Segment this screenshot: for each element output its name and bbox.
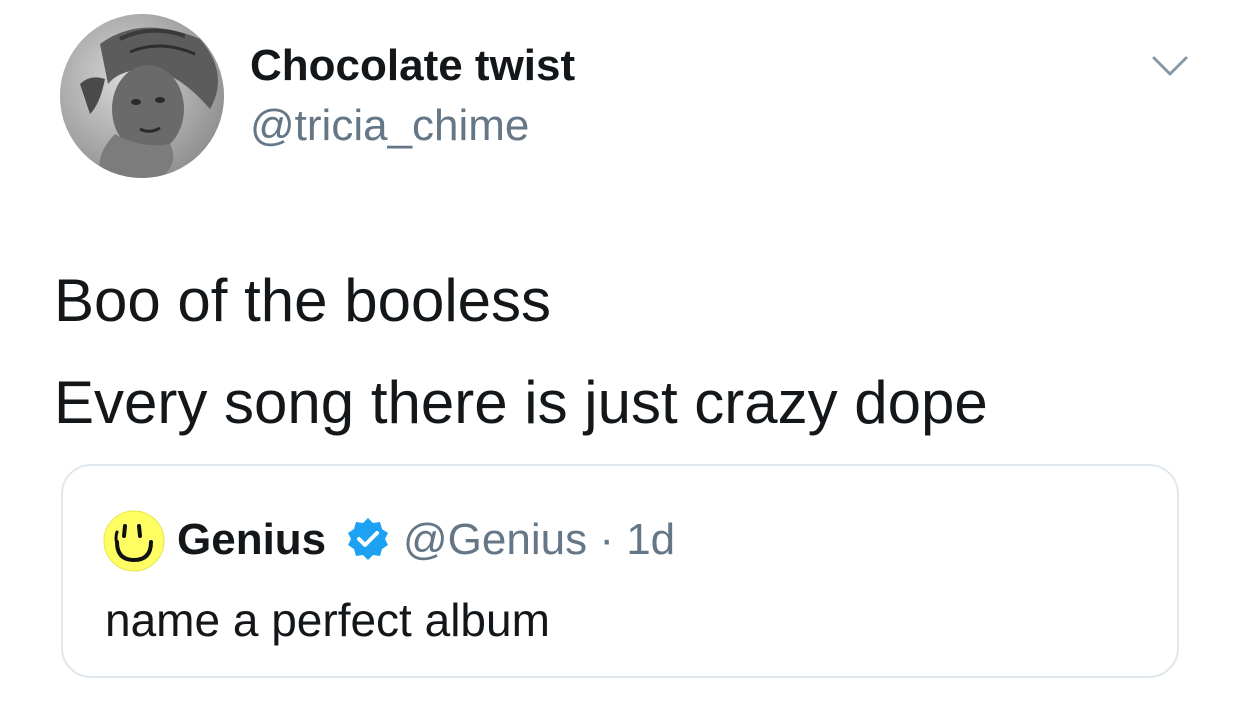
tweet-body: Boo of the booless Every song there is j… [54,250,1204,454]
author-handle[interactable]: @tricia_chime [250,98,529,154]
author-avatar[interactable] [60,14,224,178]
quoted-author-handle[interactable]: @Genius [403,515,587,564]
verified-badge-icon [348,518,388,560]
tweet: Chocolate twist @tricia_chime Boo of the… [0,0,1242,704]
quoted-tweet-card[interactable]: Genius @Genius · 1d name a perfect album [61,464,1179,678]
tweet-text-line: Every song there is just crazy dope [54,369,988,436]
genius-smiley-avatar-icon [103,510,165,572]
tweet-text-line: Boo of the booless [54,267,552,334]
user-avatar-icon [60,14,224,178]
quoted-author-meta: @Genius · 1d [403,514,675,566]
quoted-tweet-text: name a perfect album [105,594,550,646]
quoted-author-avatar[interactable] [103,510,165,572]
verified-badge [345,516,391,562]
quoted-author-display-name[interactable]: Genius [177,514,326,566]
chevron-down-icon [1152,56,1188,76]
quoted-tweet-time[interactable]: 1d [626,515,675,564]
tweet-menu-button[interactable] [1148,50,1192,82]
author-display-name[interactable]: Chocolate twist [250,38,575,94]
meta-separator: · [599,515,614,564]
